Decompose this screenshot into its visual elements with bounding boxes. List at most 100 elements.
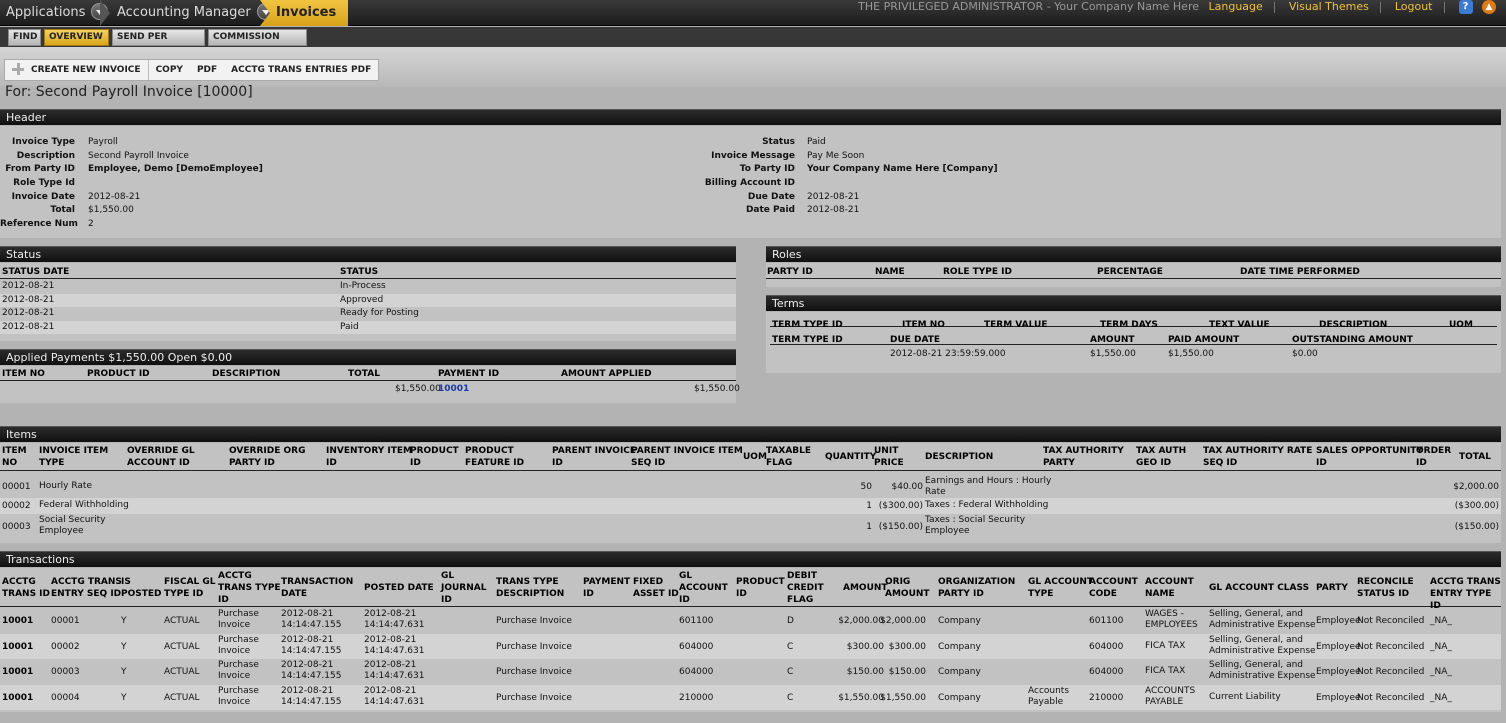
column-header-line: TAX AUTH [1136, 446, 1187, 456]
column-header: DESCRIPTION [925, 451, 993, 463]
header-field-label: Total [50, 205, 75, 215]
column-header-line: NAME [1145, 589, 1175, 599]
alert-icon[interactable]: ▲ [1482, 0, 1496, 14]
account-code: 601100 [1089, 616, 1124, 626]
acctg-trans-id-link[interactable]: 10001 [2, 641, 33, 653]
divider [766, 278, 1501, 279]
transaction-date: 2012-08-21 14:14:47.155 [281, 660, 341, 682]
tab-commission-run[interactable]: COMMISSION RUN [208, 29, 307, 57]
term-amount: $1,550.00 [1090, 349, 1136, 359]
tab-overview[interactable]: OVERVIEW [44, 29, 109, 46]
item-description: Earnings and Hours : Hourly Rate [925, 476, 1051, 498]
party: Employee [1316, 693, 1361, 704]
posted-date-line: 14:14:47.631 [364, 645, 425, 656]
column-header: RECONCILE STATUS ID [1357, 576, 1414, 600]
tab-find[interactable]: FIND [8, 29, 41, 46]
orig-amount: $150.00 [888, 667, 926, 678]
is-posted: Y [121, 667, 127, 678]
breadcrumb-invoices[interactable]: Invoices [260, 0, 348, 26]
item-description: Taxes : Federal Withholding [925, 500, 1048, 511]
column-header: DESCRIPTION [1319, 320, 1388, 330]
payment-id-link[interactable]: 10001 [438, 384, 469, 394]
reconcile-status: Not Reconciled [1357, 641, 1425, 652]
amount-applied: $1,550.00 [694, 384, 740, 394]
column-header: TOTAL [1459, 451, 1491, 463]
column-header-line: FLAG [766, 458, 793, 468]
acctg-trans-id-link[interactable]: 10001 [2, 666, 33, 678]
column-header: PERCENTAGE [1097, 267, 1163, 277]
item-quantity: 50 [860, 482, 872, 492]
column-header-line: ID [1416, 458, 1427, 468]
acctg-trans-id-link[interactable]: 10001 [2, 615, 33, 627]
column-header-status: STATUS [340, 267, 379, 277]
item-description-line: Employee [925, 526, 970, 536]
reconcile-status: Not Reconciled [1357, 616, 1425, 626]
create-new-invoice-label: CREATE NEW INVOICE [31, 65, 141, 75]
status-section-title: Status [0, 246, 736, 262]
breadcrumb-applications[interactable]: Applications [0, 0, 109, 26]
header-field-label: Invoice Message [711, 151, 795, 161]
column-header-line: GL ACCOUNT [1028, 577, 1094, 587]
create-new-invoice-button[interactable]: CREATE NEW INVOICE [5, 60, 148, 80]
item-unit-price: ($150.00) [878, 522, 923, 532]
column-header-line: TAX AUTHORITY RATE [1203, 446, 1313, 456]
trans-type: Purchase Invoice [218, 609, 259, 631]
logout-link[interactable]: Logout [1395, 0, 1433, 13]
amount: $300.00 [846, 641, 884, 652]
item-description-line: Taxes : Federal Withholding [925, 500, 1049, 510]
column-header-line: SALES OPPORTUNITY [1316, 446, 1423, 456]
header-field-value: 2012-08-21 [807, 205, 860, 215]
account-name-line: ACCOUNTS [1145, 686, 1196, 697]
transaction-date-line: 2012-08-21 [281, 686, 334, 697]
status-value: In-Process [340, 281, 386, 291]
user-menu: THE PRIVILEGED ADMINISTRATOR - Your Comp… [858, 0, 1496, 14]
posted-date-line: 14:14:47.631 [364, 671, 425, 682]
trans-type-line: Purchase [218, 609, 259, 619]
posted-date-line: 2012-08-21 [364, 634, 417, 645]
column-header-line: ACCTG TRANS [1430, 577, 1501, 587]
help-icon[interactable]: ? [1458, 0, 1473, 14]
organization-party-id: Company [938, 693, 981, 704]
item-quantity: 1 [866, 501, 872, 511]
header-section-title: Header [0, 109, 1501, 125]
applied-payments-title: Applied Payments $1,550.00 Open $0.00 [0, 349, 736, 365]
entry-type-id: _NA_ [1430, 616, 1452, 626]
is-posted: Y [121, 616, 127, 626]
pdf-button[interactable]: PDF [190, 60, 224, 80]
gl-account-class: Selling, General, and Administrative Expe… [1209, 635, 1316, 657]
transaction-date-line: 2012-08-21 [281, 660, 334, 671]
column-header-line: GEO ID [1136, 458, 1172, 468]
status-value: Paid [340, 321, 359, 332]
breadcrumb-accounting-manager[interactable]: Accounting Manager [111, 0, 274, 26]
column-header-line: GL [441, 571, 455, 581]
column-header: UNIT PRICE [874, 445, 904, 469]
column-header: QUANTITY [825, 451, 876, 463]
trans-type: Purchase Invoice [218, 660, 259, 682]
status-date: 2012-08-21 [2, 321, 55, 332]
copy-button[interactable]: COPY [149, 60, 190, 80]
column-header: GL ACCOUNT TYPE [1028, 576, 1093, 600]
column-header-line: PARENT INVOICE [552, 446, 637, 456]
trans-type-line: Purchase [218, 634, 259, 645]
column-header: TOTAL [348, 369, 380, 379]
trans-type-description: Purchase Invoice [496, 693, 572, 704]
column-header: TERM TYPE ID [772, 335, 843, 345]
language-link[interactable]: Language [1209, 0, 1263, 13]
column-header-line: TRANSACTION [281, 577, 354, 587]
column-header-line: ID [736, 589, 747, 599]
acctg-trans-entries-pdf-button[interactable]: ACCTG TRANS ENTRIES PDF [224, 60, 378, 80]
column-header-line: GL ACCOUNT CLASS [1209, 583, 1310, 593]
tab-send-per-email[interactable]: SEND PER EMAIL [112, 29, 205, 57]
acctg-trans-id-link[interactable]: 10001 [2, 692, 33, 704]
header-section: Invoice Type Payroll Description Second Pay… [0, 126, 1501, 238]
column-header-line: ID [441, 595, 452, 605]
transaction-date-line: 14:14:47.155 [281, 645, 342, 656]
entry-type-id: _NA_ [1430, 641, 1452, 652]
column-header-line: PARTY ID [229, 458, 275, 468]
column-header: PARTY [1316, 582, 1348, 594]
header-field-value: Payroll [88, 137, 118, 147]
organization-party-id: Company [938, 667, 981, 678]
visual-themes-link[interactable]: Visual Themes [1289, 0, 1369, 13]
trans-type-description: Purchase Invoice [496, 641, 572, 652]
gl-account-class-line: Selling, General, and [1209, 660, 1304, 671]
